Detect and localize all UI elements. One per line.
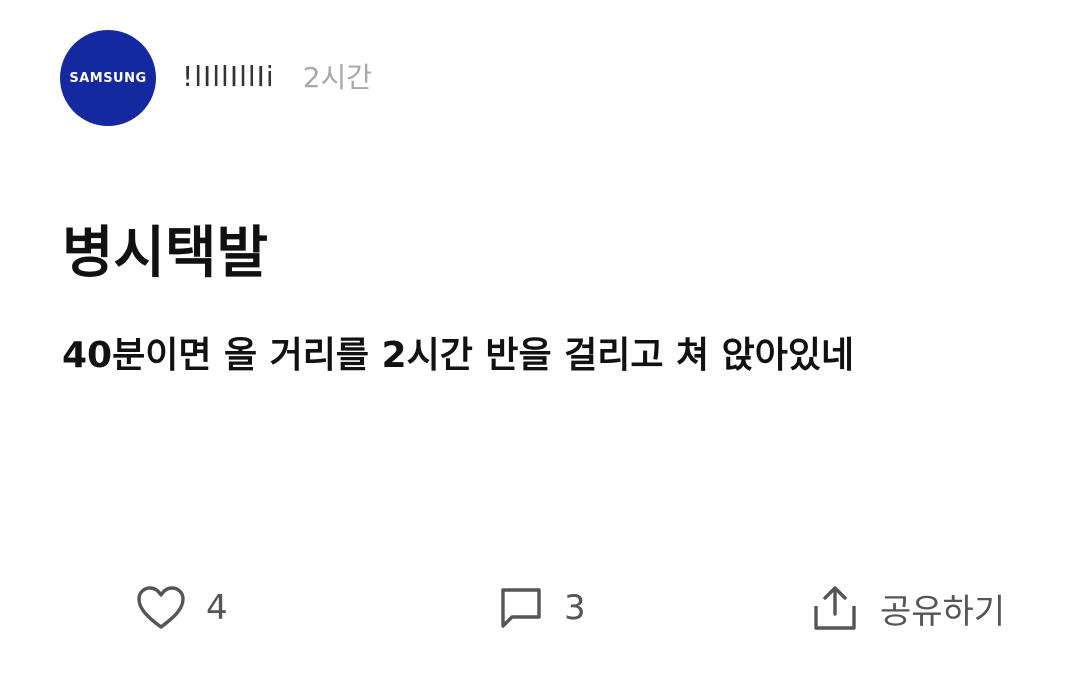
like-count: 4 [206, 588, 228, 628]
comment-icon [498, 585, 544, 631]
post-title: 병시택발 [62, 221, 269, 286]
avatar[interactable]: SAMSUNG [60, 30, 156, 126]
comment-count: 3 [564, 588, 586, 628]
share-icon [812, 584, 858, 632]
post-header: SAMSUNG !lIllIllIi 2시간 [60, 30, 372, 126]
like-button[interactable]: 4 [136, 580, 228, 636]
post-card: SAMSUNG !lIllIllIi 2시간 병시택발 40분이면 올 거리를 … [0, 0, 1080, 688]
share-label: 공유하기 [880, 591, 1006, 632]
post-actions: 4 3 공유하기 [0, 580, 1080, 636]
author-username[interactable]: !lIllIllIi [182, 60, 275, 93]
samsung-logo: SAMSUNG [69, 70, 147, 86]
comment-button[interactable]: 3 [498, 580, 586, 636]
share-button[interactable]: 공유하기 [812, 580, 1005, 636]
heart-icon [136, 585, 186, 631]
post-time: 2시간 [302, 61, 373, 94]
post-body: 40분이면 올 거리를 2시간 반을 걸리고 쳐 앉아있네 [62, 335, 855, 376]
